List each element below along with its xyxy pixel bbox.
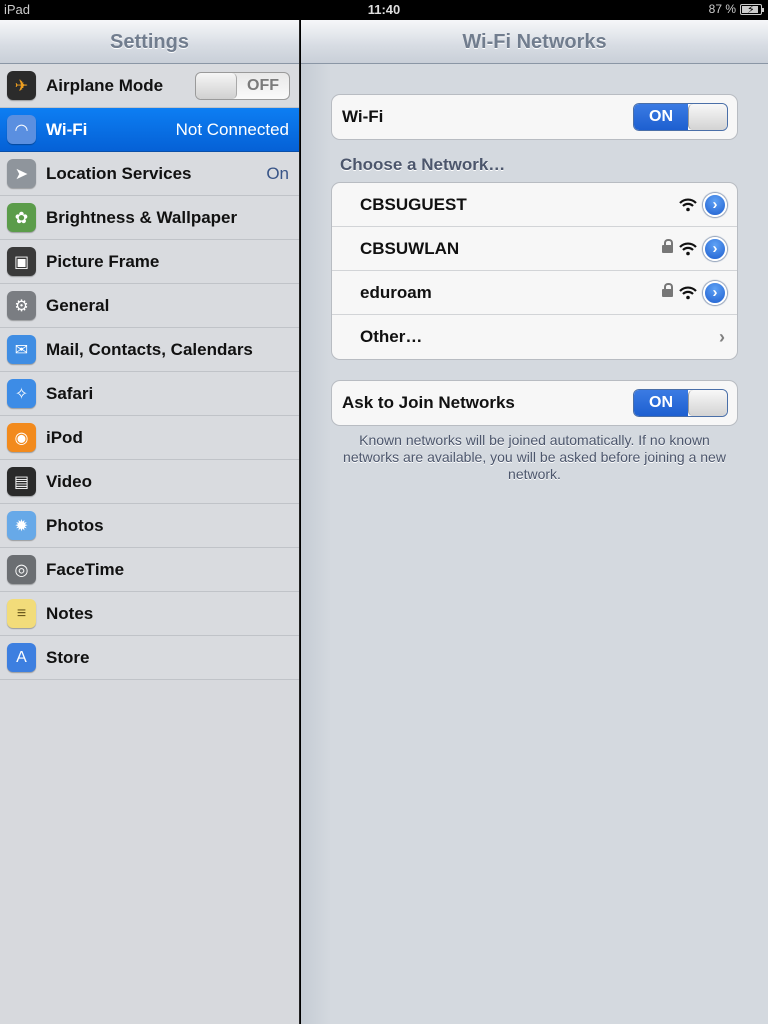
- flower-icon: ✿: [7, 203, 36, 232]
- ask-to-join-switch[interactable]: ON: [633, 389, 728, 417]
- network-name: CBSUWLAN: [360, 238, 460, 258]
- lock-icon: [662, 283, 673, 298]
- ask-switch-state: ON: [634, 390, 688, 416]
- camera-icon: ◎: [7, 555, 36, 584]
- network-status-icons: ›: [662, 236, 727, 261]
- battery-icon: ⚡: [740, 3, 764, 16]
- choose-network-header: Choose a Network…: [340, 155, 506, 174]
- sidebar-item-store[interactable]: A Store: [0, 636, 299, 680]
- network-row[interactable]: eduroam ›: [332, 271, 737, 315]
- ipod-icon: ◉: [7, 423, 36, 452]
- wifi-signal-icon: [679, 286, 697, 300]
- detail-title: Wi-Fi Networks: [301, 20, 768, 64]
- network-row[interactable]: CBSUGUEST ›: [332, 183, 737, 227]
- sidebar-item-wi-fi[interactable]: ◠ Wi-Fi Not Connected: [0, 108, 299, 152]
- other-network-row[interactable]: Other… ›: [332, 315, 737, 359]
- settings-sidebar: Settings ✈ Airplane Mode OFF ◠ Wi-Fi Not Conn…: [0, 20, 300, 1024]
- network-name: eduroam: [360, 282, 432, 302]
- clapperboard-icon: ▤: [7, 467, 36, 496]
- network-list: CBSUGUEST › CBSUWLAN › eduroam › Other… ›: [331, 182, 738, 360]
- wifi-label: Wi-Fi: [342, 107, 384, 126]
- wifi-networks-pane: Wi-Fi Networks Wi-Fi ON Choose a Network…: [301, 20, 768, 1024]
- wifi-row: Wi-Fi ON: [332, 95, 737, 139]
- sidebar-item-label: Mail, Contacts, Calendars: [46, 339, 253, 359]
- network-row[interactable]: CBSUWLAN ›: [332, 227, 737, 271]
- sidebar-item-label: Picture Frame: [46, 251, 160, 271]
- sidebar-item-label: Airplane Mode: [46, 75, 164, 95]
- lock-icon: [662, 239, 673, 254]
- sidebar-item-label: Notes: [46, 603, 94, 623]
- ask-to-join-group: Ask to Join Networks ON: [331, 380, 738, 426]
- notepad-icon: ≡: [7, 599, 36, 628]
- sidebar-item-label: FaceTime: [46, 559, 125, 579]
- sidebar-item-value: On: [266, 163, 289, 183]
- sidebar-item-ipod[interactable]: ◉ iPod: [0, 416, 299, 460]
- detail-disclosure-button[interactable]: ›: [703, 236, 727, 261]
- compass-icon: ✧: [7, 379, 36, 408]
- detail-disclosure-button[interactable]: ›: [703, 192, 727, 217]
- battery-percent: 87 %: [708, 2, 736, 16]
- wifi-toggle-group: Wi-Fi ON: [331, 94, 738, 140]
- status-bar: iPad 11:40 87 % ⚡: [0, 0, 768, 20]
- airplane-icon: ✈: [7, 71, 36, 100]
- sidebar-title: Settings: [0, 20, 299, 64]
- airplane-switch-state: OFF: [247, 76, 279, 94]
- network-status-icons: ›: [662, 280, 727, 305]
- airplane-mode-switch[interactable]: OFF: [195, 71, 290, 100]
- battery-indicator: 87 % ⚡: [708, 2, 764, 16]
- app-store-icon: A: [7, 643, 36, 672]
- sunflower-icon: ✹: [7, 511, 36, 540]
- switch-knob: [196, 72, 237, 99]
- sidebar-item-safari[interactable]: ✧ Safari: [0, 372, 299, 416]
- network-status-icons: ›: [679, 192, 727, 217]
- sidebar-item-label: Photos: [46, 515, 104, 535]
- sidebar-item-photos[interactable]: ✹ Photos: [0, 504, 299, 548]
- sidebar-item-brightness-wallpaper[interactable]: ✿ Brightness & Wallpaper: [0, 196, 299, 240]
- switch-knob: [688, 390, 727, 416]
- sidebar-item-mail-contacts-calendars[interactable]: ✉ Mail, Contacts, Calendars: [0, 328, 299, 372]
- sidebar-item-facetime[interactable]: ◎ FaceTime: [0, 548, 299, 592]
- sidebar-item-picture-frame[interactable]: ▣ Picture Frame: [0, 240, 299, 284]
- wifi-switch[interactable]: ON: [633, 103, 728, 131]
- detail-disclosure-button[interactable]: ›: [703, 280, 727, 305]
- wifi-signal-icon: [679, 242, 697, 256]
- wifi-signal-icon: [679, 198, 697, 212]
- clock: 11:40: [367, 2, 401, 17]
- sidebar-item-value: Not Connected: [175, 119, 289, 139]
- sidebar-item-airplane-mode[interactable]: ✈ Airplane Mode OFF: [0, 64, 299, 108]
- sidebar-item-label: iPod: [46, 427, 83, 447]
- picture-frame-icon: ▣: [7, 247, 36, 276]
- sidebar-item-label: Safari: [46, 383, 94, 403]
- ask-to-join-row: Ask to Join Networks ON: [332, 381, 737, 425]
- location-arrow-icon: ➤: [7, 159, 36, 188]
- wifi-icon: ◠: [7, 115, 36, 144]
- sidebar-item-label: General: [46, 295, 110, 315]
- sidebar-item-label: Wi-Fi: [46, 119, 88, 139]
- wifi-switch-state: ON: [634, 104, 688, 130]
- sidebar-item-location-services[interactable]: ➤ Location Services On: [0, 152, 299, 196]
- sidebar-item-label: Brightness & Wallpaper: [46, 207, 238, 227]
- network-name: CBSUGUEST: [360, 194, 467, 214]
- chevron-right-icon: ›: [719, 326, 725, 347]
- sidebar-item-label: Video: [46, 471, 92, 491]
- other-network-label: Other…: [360, 327, 423, 346]
- ask-to-join-label: Ask to Join Networks: [342, 393, 515, 412]
- sidebar-item-general[interactable]: ⚙ General: [0, 284, 299, 328]
- ask-to-join-footnote: Known networks will be joined automatica…: [343, 432, 726, 482]
- gear-icon: ⚙: [7, 291, 36, 320]
- sidebar-item-video[interactable]: ▤ Video: [0, 460, 299, 504]
- switch-knob: [688, 104, 727, 130]
- sidebar-item-label: Store: [46, 647, 90, 667]
- sidebar-item-label: Location Services: [46, 163, 192, 183]
- mail-icon: ✉: [7, 335, 36, 364]
- settings-menu: ✈ Airplane Mode OFF ◠ Wi-Fi Not Connected ➤ Loc…: [0, 64, 299, 680]
- sidebar-item-notes[interactable]: ≡ Notes: [0, 592, 299, 636]
